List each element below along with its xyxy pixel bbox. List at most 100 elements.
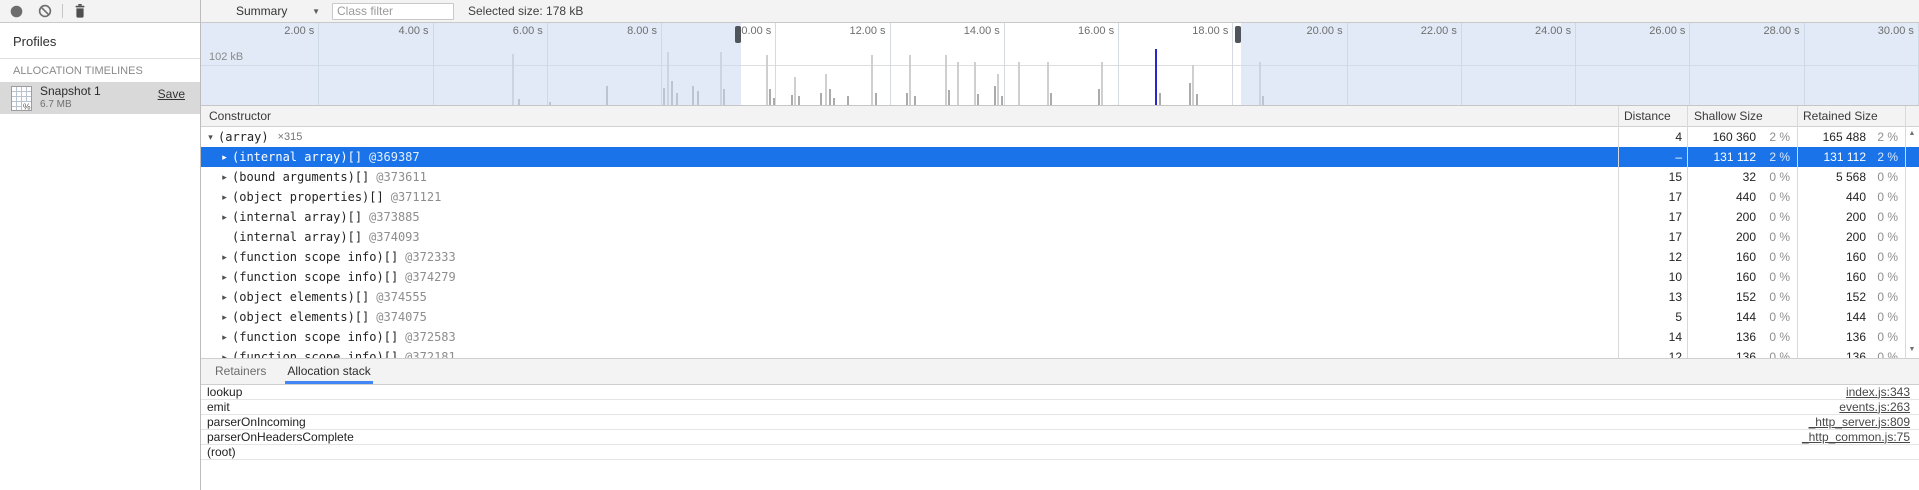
expander-icon[interactable]: ▸ [219,292,230,303]
shallow-size-cell: 160 360 [1687,130,1761,144]
shallow-size-cell: 32 [1687,170,1761,184]
table-row[interactable]: ▾ (array) ×315 4 160 360 2 % 165 488 2 % [201,127,1919,147]
expander-icon[interactable]: ▸ [219,152,230,163]
shallow-pct-cell: 0 % [1761,310,1797,324]
retained-size-cell: 136 [1797,330,1869,344]
table-scrollbar[interactable]: ▲ ▼ [1905,127,1919,358]
scroll-up-icon[interactable]: ▲ [1905,129,1919,139]
allocation-bar [906,93,908,105]
constructor-cell: ▸ (bound arguments)[] @373611 [201,170,1618,184]
expander-icon[interactable]: ▸ [219,212,230,223]
stack-frame-row[interactable]: emit events.js:263 [201,400,1919,415]
table-row[interactable]: ▸ (object elements)[] @374075 5 144 0 % … [201,307,1919,327]
allocation-bar [766,55,768,105]
table-row[interactable]: ▸ (internal array)[] @373885 17 200 0 % … [201,207,1919,227]
expander-icon[interactable]: ▸ [219,312,230,323]
expander-icon[interactable]: ▸ [219,252,230,263]
object-id: @374075 [376,310,427,324]
sidebar-divider[interactable] [200,0,201,490]
stack-frame-row[interactable]: (root) [201,445,1919,460]
allocation-bar [794,77,796,105]
constructor-cell: ▸ (object elements)[] @374075 [201,310,1618,324]
constructor-name: (object properties)[] [232,190,384,204]
save-link[interactable]: Save [158,87,185,101]
shallow-pct-cell: 0 % [1761,190,1797,204]
frame-function-name: parserOnHeadersComplete [207,430,354,445]
expander-icon[interactable]: ▸ [219,332,230,343]
retained-size-cell: 440 [1797,190,1869,204]
frame-source-link[interactable]: events.js:263 [1839,400,1910,415]
shallow-size-cell: 200 [1687,210,1761,224]
allocation-bar [977,94,979,105]
frame-function-name: parserOnIncoming [207,415,306,430]
chevron-down-icon: ▼ [312,7,320,16]
time-tick-label: 16.00 s [1048,25,1114,37]
shallow-pct-cell: 0 % [1761,250,1797,264]
expander-icon[interactable]: ▸ [219,172,230,183]
allocation-bar [871,55,873,105]
table-row[interactable]: ▸ (object properties)[] @371121 17 440 0… [201,187,1919,207]
frame-source-link[interactable]: index.js:343 [1846,385,1910,400]
table-row[interactable]: ▸ (object elements)[] @374555 13 152 0 %… [201,287,1919,307]
table-row[interactable]: ▸ (function scope info)[] @372181 12 136… [201,347,1919,358]
table-row[interactable]: (internal array)[] @374093 17 200 0 % 20… [201,227,1919,247]
tab-retainers[interactable]: Retainers [213,364,268,384]
expander-icon[interactable]: ▸ [219,192,230,203]
retained-pct-cell: 0 % [1869,290,1905,304]
column-header-distance[interactable]: Distance [1618,106,1687,126]
time-tick-label: 4.00 s [363,25,429,37]
retained-pct-cell: 0 % [1869,350,1905,358]
grid-line [1232,23,1233,105]
tab-allocation-stack[interactable]: Allocation stack [285,364,372,384]
allocation-bar [1098,89,1100,105]
retained-size-cell: 200 [1797,230,1869,244]
perspective-select[interactable]: Summary ▼ [236,4,320,18]
table-row[interactable]: ▸ (internal array)[] @369387 – 131 112 2… [201,147,1919,167]
shallow-size-cell: 152 [1687,290,1761,304]
time-tick-label: 28.00 s [1734,25,1800,37]
table-row[interactable]: ▸ (function scope info)[] @372333 12 160… [201,247,1919,267]
time-tick-label: 26.00 s [1619,25,1685,37]
stack-frame-row[interactable]: parserOnIncoming _http_server.js:809 [201,415,1919,430]
time-tick-label: 22.00 s [1391,25,1457,37]
shallow-size-cell: 136 [1687,350,1761,358]
delete-profile-button[interactable] [70,1,90,21]
distance-cell: 17 [1618,230,1687,244]
clear-button[interactable] [35,1,55,21]
table-row[interactable]: ▸ (bound arguments)[] @373611 15 32 0 % … [201,167,1919,187]
grid-line [890,23,891,105]
frame-source-link[interactable]: _http_server.js:809 [1809,415,1910,430]
shallow-size-cell: 136 [1687,330,1761,344]
allocation-bar [1018,62,1020,105]
constructor-name: (object elements)[] [232,290,369,304]
allocation-bar [1155,49,1157,105]
distance-cell: 13 [1618,290,1687,304]
retained-size-cell: 160 [1797,270,1869,284]
allocation-bar [994,86,996,105]
constructor-name: (bound arguments)[] [232,170,369,184]
sidebar-title: Profiles [0,23,200,58]
distance-cell: 4 [1618,130,1687,144]
constructor-cell: ▸ (function scope info)[] @372583 [201,330,1618,344]
timeline-overview[interactable]: 102 kB 2.00 s4.00 s6.00 s8.00 s10.00 s12… [201,23,1919,106]
selection-handle-left[interactable] [735,26,741,43]
sidebar-item-snapshot-1[interactable]: % Snapshot 1 6.7 MB Save [0,82,200,114]
shallow-pct-cell: 0 % [1761,290,1797,304]
frame-source-link[interactable]: _http_common.js:75 [1802,430,1910,445]
scroll-down-icon[interactable]: ▼ [1905,345,1919,355]
perspective-select-label: Summary [236,4,287,18]
record-button[interactable] [6,1,26,21]
expander-icon[interactable]: ▸ [219,272,230,283]
allocation-bar [825,74,827,105]
selection-handle-right[interactable] [1235,26,1241,43]
stack-frame-row[interactable]: parserOnHeadersComplete _http_common.js:… [201,430,1919,445]
table-row[interactable]: ▸ (function scope info)[] @374279 10 160… [201,267,1919,287]
column-header-retained-size[interactable]: Retained Size [1797,106,1919,126]
expander-icon[interactable]: ▾ [205,132,216,143]
stack-frame-row[interactable]: lookup index.js:343 [201,385,1919,400]
column-header-constructor[interactable]: Constructor [201,106,1618,126]
column-header-shallow-size[interactable]: Shallow Size [1687,106,1797,126]
allocation-stack-list: lookup index.js:343 emit events.js:263 p… [201,385,1919,460]
class-filter-input[interactable] [332,3,454,20]
table-row[interactable]: ▸ (function scope info)[] @372583 14 136… [201,327,1919,347]
